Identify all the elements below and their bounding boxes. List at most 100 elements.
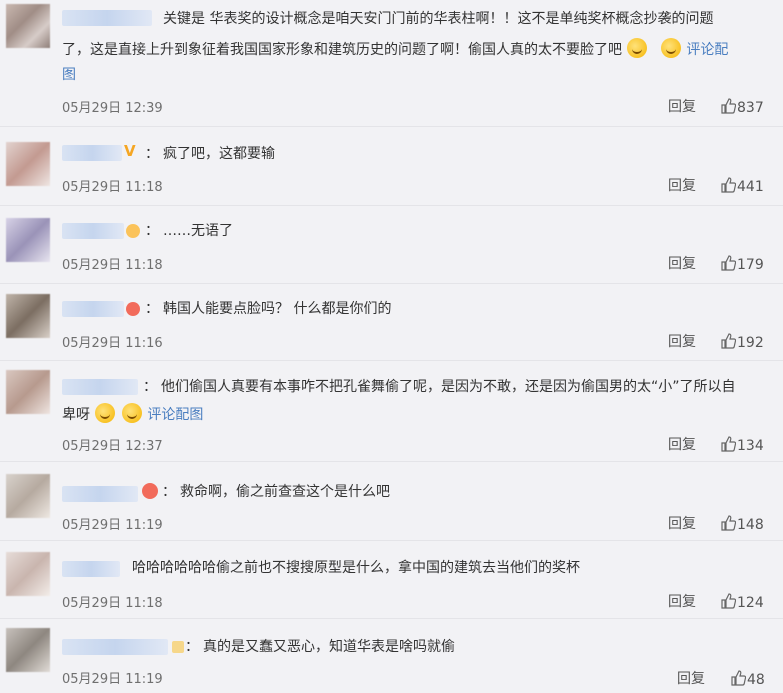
like-count: 179 [737,257,764,273]
comment-text: ：救命啊，偷之前查查这个是什么吧 [162,481,390,504]
timestamp: 05月29日 11:18 [62,596,163,611]
comment-text: 了，这是直接上升到象征着我国国家形象和建筑历史的问题了啊！偷国人真的太不要脸了吧… [62,38,777,62]
reply-button[interactable]: 回复 [668,591,696,611]
comment-text-line: 关键是 华表奖的设计概念是咱天安门门前的华表柱啊！！这不是单纯奖杯概念抄袭的问题 [163,11,714,27]
user-badge-icon [172,641,184,653]
divider [0,283,783,284]
username[interactable] [62,561,120,577]
comment-text: ：真的是又蠢又恶心，知道华表是啥吗就偷 [185,636,455,659]
comment-item: ：他们偷国人真要有本事咋不把孔雀舞偷了呢，是因为不敢，还是因为偷国男的太“小”了… [0,364,783,460]
like-button[interactable]: 148 [720,515,764,533]
comment-item: ：真的是又蠢又恶心，知道华表是啥吗就偷 05月29日 11:19 回复 48 [0,622,783,693]
like-button[interactable]: 124 [720,593,764,611]
username[interactable] [62,10,152,26]
avatar[interactable] [6,294,50,338]
timestamp: 05月29日 12:37 [62,439,163,454]
comment-item: ：救命啊，偷之前查查这个是什么吧 05月29日 11:19 回复 148 [0,466,783,538]
comment-item: ： ……无语了 05月29日 11:18 回复 179 [0,208,783,280]
smiley-emoji-icon [660,38,681,58]
comment-text: ：韩国人能要点脸吗？ 什么都是你们的 [145,298,391,321]
like-count: 441 [737,179,764,195]
separator: ： [185,639,199,655]
reply-button[interactable]: 回复 [677,668,705,688]
reply-button[interactable]: 回复 [668,513,696,533]
comment-item: ：韩国人能要点脸吗？ 什么都是你们的 05月29日 11:16 回复 192 [0,286,783,358]
comment-text-line: 他们偷国人真要有本事咋不把孔雀舞偷了呢，是因为不敢，还是因为偷国男的太“小”了所… [161,379,736,395]
view-comment-pic-link[interactable]: 评论配图 [147,407,203,423]
comment-text: 关键是 华表奖的设计概念是咱天安门门前的华表柱啊！！这不是单纯奖杯概念抄袭的问题 [163,8,773,31]
thumbs-up-icon [720,333,737,349]
divider [0,461,783,462]
timestamp: 05月29日 11:19 [62,672,163,687]
verified-badge-icon: V [124,142,136,160]
avatar[interactable] [6,552,50,596]
user-badge-icon [126,302,140,316]
smiley-emoji-icon [121,403,142,423]
like-count: 134 [737,438,764,454]
separator: ： [145,146,159,162]
user-badge-icon [126,224,140,238]
view-comment-pic-link[interactable]: 图 [62,64,76,87]
like-button[interactable]: 179 [720,255,764,273]
comment-text: 哈哈哈哈哈哈偷之前也不搜搜原型是什么，拿中国的建筑去当他们的奖杯 [132,557,580,580]
separator: ： [145,301,159,317]
timestamp: 05月29日 11:19 [62,518,163,533]
thumbs-up-icon [730,670,747,686]
comment-text-line: 卑呀 [62,407,90,423]
thumbs-up-icon [720,515,737,531]
timestamp: 05月29日 11:16 [62,336,163,351]
thumbs-up-icon [720,436,737,452]
reply-button[interactable]: 回复 [668,96,696,116]
separator: ： [145,223,159,239]
like-count: 124 [737,595,764,611]
comment-text: ：疯了吧，这都要输 [145,143,275,166]
username[interactable] [62,639,168,655]
comment-text: ： ……无语了 [145,220,233,243]
like-button[interactable]: 441 [720,177,764,195]
like-count: 837 [737,100,764,116]
comment-text-line: 真的是又蠢又恶心，知道华表是啥吗就偷 [203,639,455,655]
thumbs-up-icon [720,255,737,271]
comment-text-line: 韩国人能要点脸吗？ 什么都是你们的 [163,301,392,317]
comment-item: V ：疯了吧，这都要输 05月29日 11:18 回复 441 [0,130,783,202]
smiley-emoji-icon [627,38,648,58]
smiley-emoji-icon [95,403,116,423]
avatar[interactable] [6,370,50,414]
comment-item: 关键是 华表奖的设计概念是咱天安门门前的华表柱啊！！这不是单纯奖杯概念抄袭的问题… [0,0,783,124]
divider [0,126,783,127]
user-badge-icon [142,483,158,499]
divider [0,205,783,206]
username[interactable] [62,223,124,239]
comment-item: 哈哈哈哈哈哈偷之前也不搜搜原型是什么，拿中国的建筑去当他们的奖杯 05月29日 … [0,544,783,616]
comment-text: ：他们偷国人真要有本事咋不把孔雀舞偷了呢，是因为不敢，还是因为偷国男的太“小”了… [143,376,779,399]
divider [0,360,783,361]
timestamp: 05月29日 11:18 [62,258,163,273]
reply-button[interactable]: 回复 [668,253,696,273]
like-button[interactable]: 134 [720,436,764,454]
avatar[interactable] [6,4,50,48]
divider [0,540,783,541]
reply-button[interactable]: 回复 [668,175,696,195]
timestamp: 05月29日 12:39 [62,101,163,116]
avatar[interactable] [6,474,50,518]
avatar[interactable] [6,628,50,672]
username[interactable] [62,486,138,502]
username[interactable] [62,301,124,317]
divider [0,618,783,619]
like-button[interactable]: 192 [720,333,764,351]
like-button[interactable]: 837 [720,98,764,116]
comment-text-line: 疯了吧，这都要输 [163,146,275,162]
timestamp: 05月29日 11:18 [62,180,163,195]
separator: ： [143,379,157,395]
username[interactable] [62,379,138,395]
comment-text-line: 了，这是直接上升到象征着我国国家形象和建筑历史的问题了啊！偷国人真的太不要脸了吧 [62,42,622,58]
comment-text-line: ……无语了 [163,223,233,239]
avatar[interactable] [6,142,50,186]
reply-button[interactable]: 回复 [668,331,696,351]
like-button[interactable]: 48 [730,670,765,688]
view-comment-pic-link[interactable]: 评论配 [686,42,728,58]
username[interactable] [62,145,122,161]
avatar[interactable] [6,218,50,262]
thumbs-up-icon [720,593,737,609]
reply-button[interactable]: 回复 [668,434,696,454]
